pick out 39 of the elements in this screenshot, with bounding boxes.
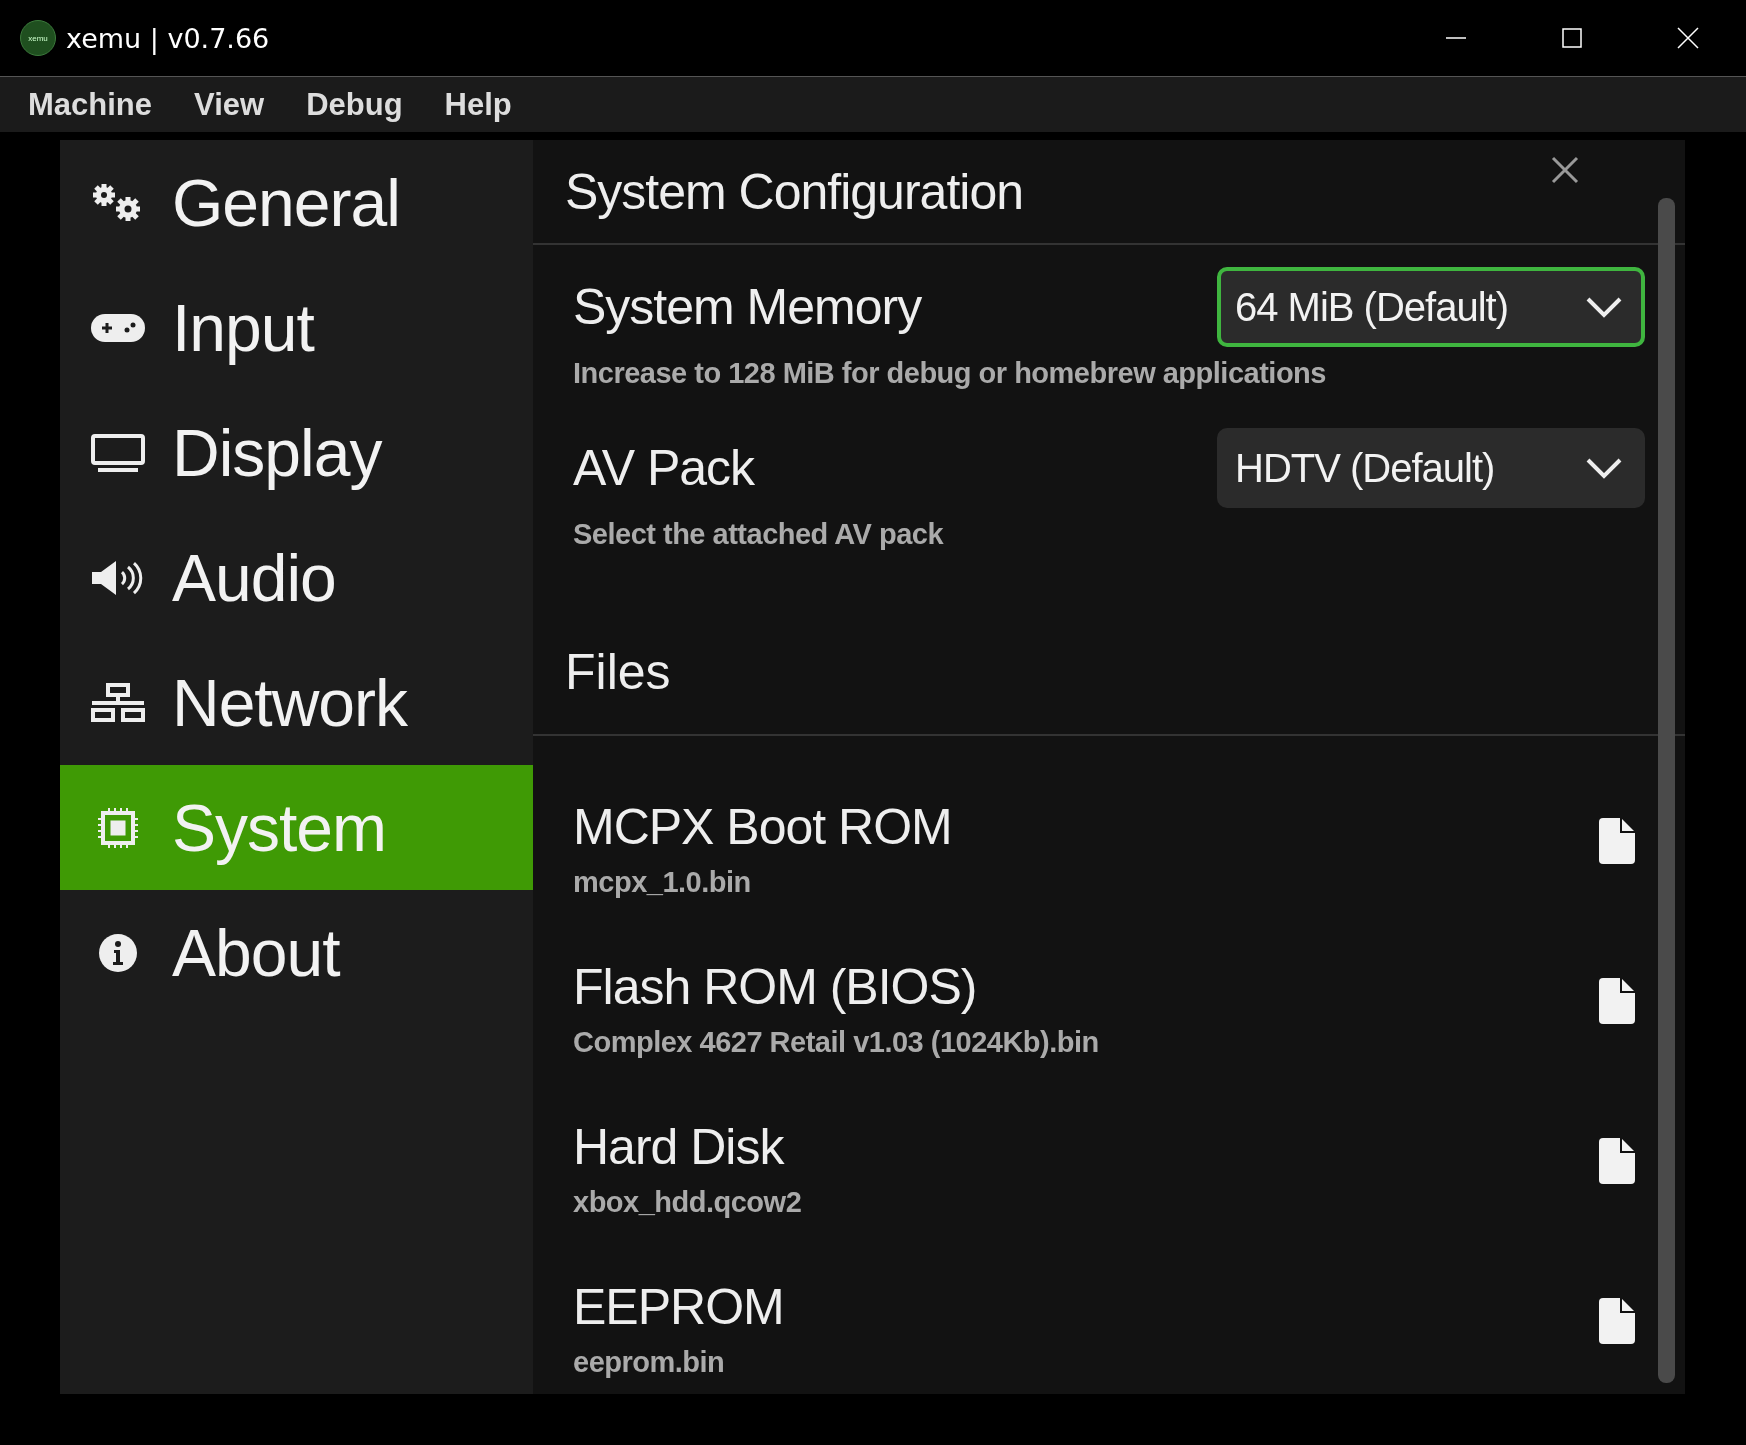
menu-item[interactable]: View [194,86,265,123]
app-logo: xemu [20,20,56,56]
setting-label: AV Pack [573,439,755,497]
file-icon[interactable] [1599,977,1635,1027]
file-label: MCPX Boot ROM [573,797,952,856]
menu-item[interactable]: Debug [306,86,403,123]
file-label: EEPROM [573,1277,784,1336]
scrollbar[interactable] [1658,198,1675,1383]
monitor-icon [90,432,146,473]
file-icon[interactable] [1599,1297,1635,1347]
panel-title: System Configuration [565,162,1023,221]
file-icon[interactable] [1599,1137,1635,1187]
file-path: mcpx_1.0.bin [573,865,752,899]
file-path: xbox_hdd.qcow2 [573,1185,802,1219]
sidebar-item[interactable]: About [60,890,533,1015]
file-label: Hard Disk [573,1117,786,1176]
sidebar-item[interactable]: Audio [60,515,533,640]
maximize-icon[interactable] [1561,27,1583,49]
sidebar-item[interactable]: Network [60,640,533,765]
file-path: eeprom.bin [573,1345,726,1379]
file-icon[interactable] [1599,817,1635,867]
dropdown[interactable]: 64 MiB (Default) [1217,267,1645,347]
menu-item[interactable]: Machine [28,86,153,123]
network-icon [90,682,146,723]
sidebar-item[interactable]: Display [60,390,533,515]
file-path: Complex 4627 Retail v1.03 (1024Kb).bin [573,1025,1099,1059]
setting-label: System Memory [573,278,922,336]
close-icon[interactable] [1677,27,1699,49]
sidebar-item[interactable]: Input [60,265,533,390]
setting-description: Select the attached AV pack [573,518,944,551]
file-label: Flash ROM (BIOS) [573,957,978,1016]
menu-item[interactable]: Help [444,86,512,123]
section-title: Files [565,642,671,701]
chevron-icon [1585,457,1623,479]
window-title: xemu | v0.7.66 [66,22,270,54]
chevron-icon [1585,296,1623,318]
dropdown[interactable]: HDTV (Default) [1217,428,1645,508]
sidebar-item[interactable]: General [60,140,533,265]
setting-description: Increase to 128 MiB for debug or homebrew applications [573,357,1326,390]
